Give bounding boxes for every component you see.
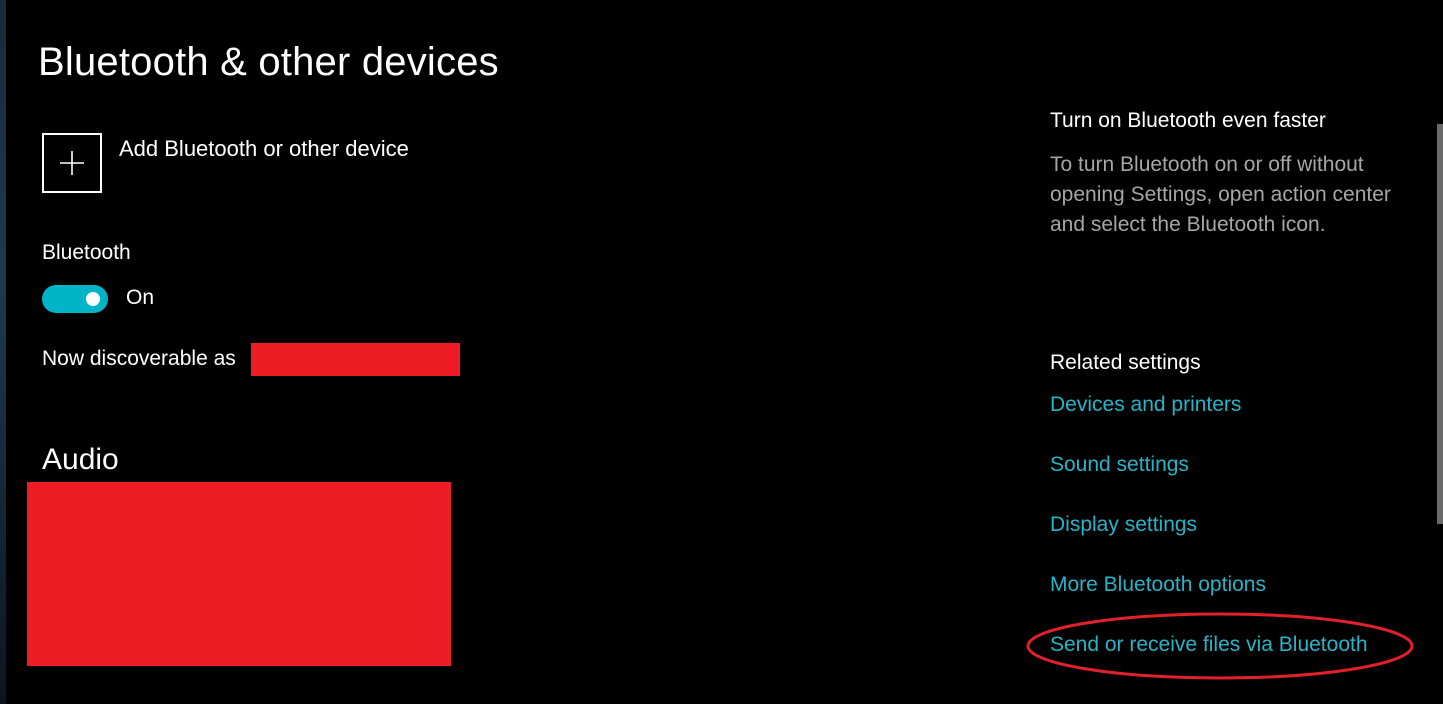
window-left-edge	[0, 0, 6, 704]
link-more-bluetooth-options[interactable]: More Bluetooth options	[1050, 573, 1266, 597]
add-device-tile[interactable]	[42, 133, 102, 193]
link-send-receive-files[interactable]: Send or receive files via Bluetooth	[1050, 633, 1368, 657]
plus-icon	[60, 151, 84, 175]
audio-heading: Audio	[42, 443, 119, 476]
add-device-label: Add Bluetooth or other device	[119, 136, 409, 161]
bluetooth-toggle[interactable]	[42, 285, 108, 313]
link-sound-settings[interactable]: Sound settings	[1050, 453, 1189, 477]
page-title: Bluetooth & other devices	[38, 40, 499, 84]
tip-title: Turn on Bluetooth even faster	[1050, 109, 1326, 132]
link-display-settings[interactable]: Display settings	[1050, 513, 1197, 537]
link-devices-and-printers[interactable]: Devices and printers	[1050, 393, 1241, 417]
toggle-knob	[86, 292, 100, 306]
bluetooth-label: Bluetooth	[42, 241, 131, 264]
tip-body: To turn Bluetooth on or off without open…	[1050, 153, 1391, 236]
bluetooth-state-label: On	[126, 286, 155, 309]
redacted-device-name	[251, 343, 460, 376]
add-device-button[interactable]: Add Bluetooth or other device	[42, 133, 409, 193]
related-settings-heading: Related settings	[1050, 351, 1201, 374]
scrollbar[interactable]	[1437, 124, 1443, 524]
redacted-audio-devices	[27, 482, 451, 666]
discoverable-text: Now discoverable as	[42, 347, 236, 370]
